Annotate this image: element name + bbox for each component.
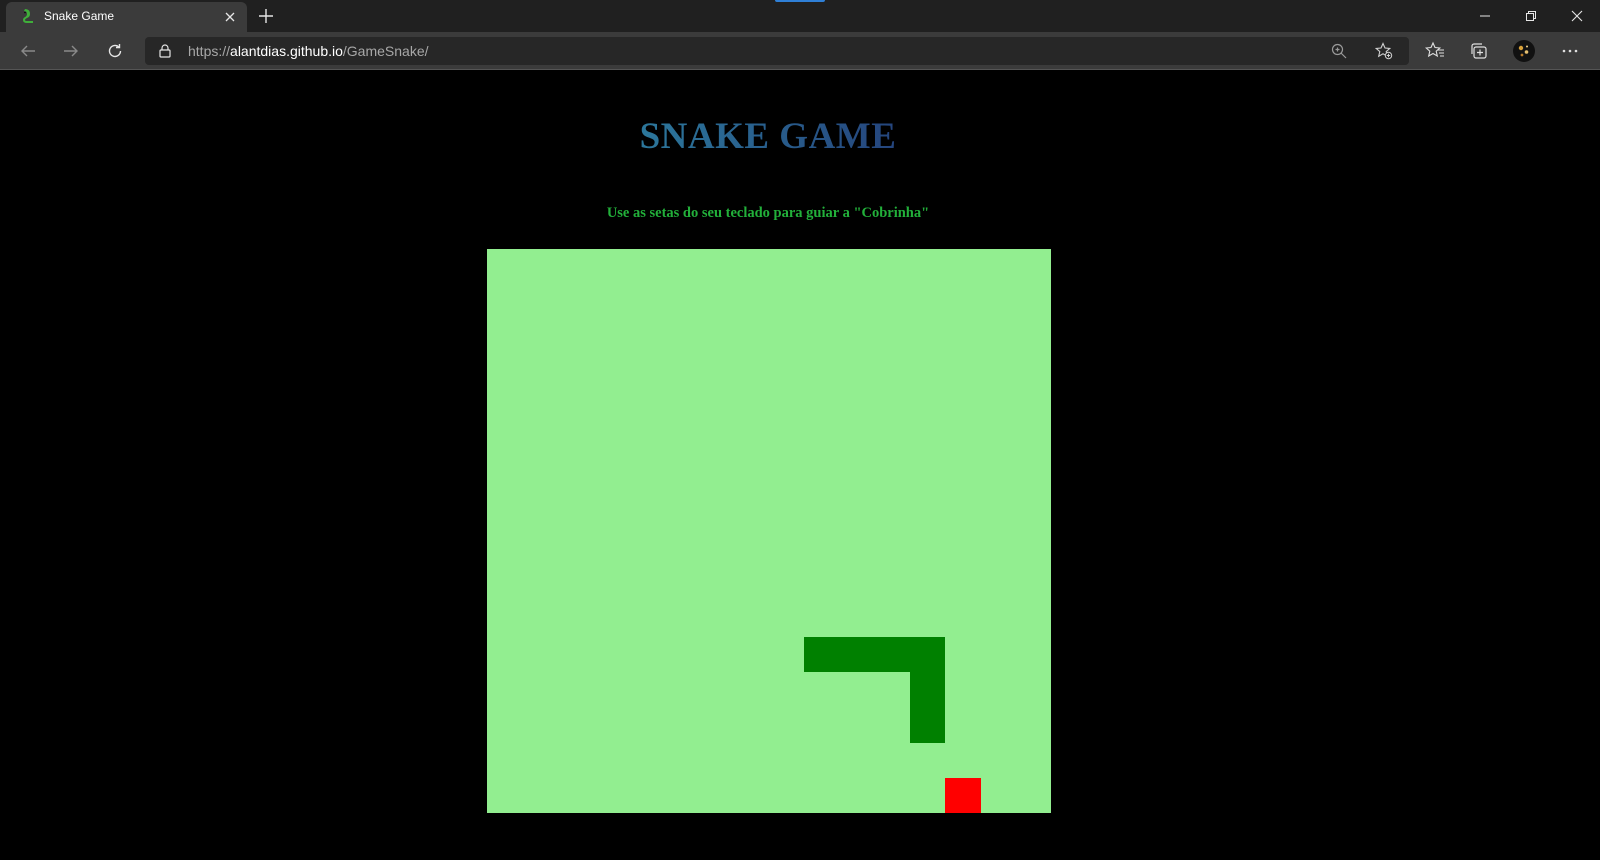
back-button[interactable] bbox=[14, 37, 42, 65]
collections-icon bbox=[1471, 43, 1487, 59]
collections-button[interactable] bbox=[1467, 39, 1491, 63]
new-tab-icon[interactable] bbox=[256, 6, 276, 26]
address-bar[interactable]: https://alantdias.github.io/GameSnake/ bbox=[145, 37, 1409, 65]
page-title: SNAKE GAME bbox=[0, 115, 1536, 158]
url-scheme: https:// bbox=[188, 43, 231, 59]
more-button[interactable] bbox=[1558, 39, 1582, 63]
reload-button[interactable] bbox=[101, 37, 129, 65]
add-favorite-icon[interactable] bbox=[1375, 42, 1393, 60]
minimize-button[interactable] bbox=[1462, 0, 1508, 32]
snake-segment bbox=[839, 636, 875, 672]
title-bar: Snake Game bbox=[0, 0, 1600, 32]
lock-icon[interactable] bbox=[157, 43, 173, 59]
restore-button[interactable] bbox=[1508, 0, 1554, 32]
minimize-icon bbox=[1480, 15, 1490, 17]
reload-icon bbox=[108, 44, 122, 58]
favorites-icon bbox=[1425, 41, 1444, 58]
forward-icon bbox=[64, 45, 78, 57]
drag-indicator bbox=[775, 0, 825, 2]
restore-icon bbox=[1526, 11, 1536, 21]
close-window-button[interactable] bbox=[1554, 0, 1600, 32]
back-icon bbox=[21, 45, 35, 57]
favorites-button[interactable] bbox=[1423, 39, 1447, 63]
browser-toolbar: https://alantdias.github.io/GameSnake/ bbox=[0, 32, 1600, 70]
snake-head bbox=[910, 707, 946, 743]
tab-title: Snake Game bbox=[44, 9, 115, 23]
game-board[interactable] bbox=[487, 249, 1051, 813]
url-path: /GameSnake/ bbox=[342, 43, 429, 59]
forward-button[interactable] bbox=[57, 37, 85, 65]
tab-snake-game[interactable]: Snake Game bbox=[6, 2, 247, 32]
zoom-icon[interactable] bbox=[1330, 42, 1348, 60]
snake-icon bbox=[23, 9, 33, 23]
snake-segment bbox=[874, 636, 910, 672]
snake-segment bbox=[910, 672, 946, 708]
close-icon bbox=[1571, 10, 1583, 22]
profile-avatar[interactable] bbox=[1512, 39, 1536, 63]
instructions-text: Use as setas do seu teclado para guiar a… bbox=[606, 205, 930, 221]
url-host: alantdias.github.io bbox=[230, 43, 343, 59]
food-item bbox=[945, 777, 981, 813]
snake-segment bbox=[910, 636, 946, 672]
more-icon bbox=[1562, 49, 1578, 53]
url-text[interactable]: https://alantdias.github.io/GameSnake/ bbox=[188, 43, 429, 59]
close-tab-icon[interactable] bbox=[221, 8, 239, 26]
web-page: SNAKE GAME Use as setas do seu teclado p… bbox=[0, 71, 1600, 860]
profile-avatar-icon bbox=[1513, 40, 1535, 62]
snake-segment bbox=[804, 636, 840, 672]
